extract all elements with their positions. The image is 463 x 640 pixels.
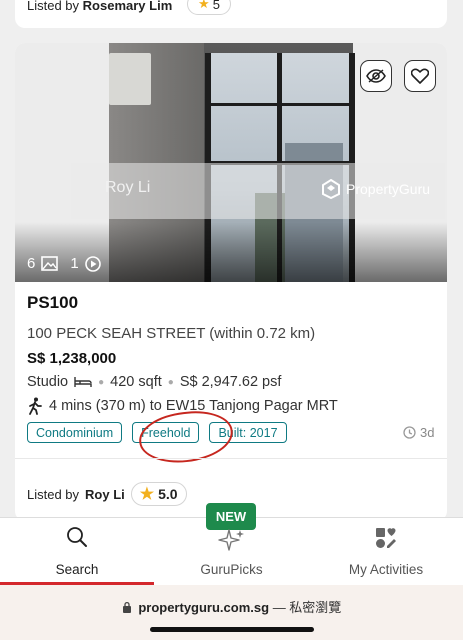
previous-listed-by: Listed by Rosemary Lim [27,0,173,13]
heart-icon [411,68,429,84]
tag-tenure-type: Condominium [27,422,123,443]
tab-my-activities-label: My Activities [348,562,424,577]
shortlist-button[interactable] [404,60,436,92]
search-icon [67,527,87,547]
propertyguru-watermark: PropertyGuru [321,179,430,199]
photo-count: 6 [27,255,36,272]
listing-price: S$ 1,238,000 [27,350,117,367]
activities-icon [376,528,396,548]
tab-gurupicks[interactable]: GuruPicks [154,518,309,586]
listing-age: 3d [403,425,434,440]
agent-rating-badge[interactable]: ★ 5.0 [130,482,187,506]
clock-icon [403,426,416,439]
sparkle-icon [217,529,244,551]
eye-hide-icon [366,69,386,83]
propertyguru-logo-icon [322,179,340,199]
bed-icon [74,377,92,387]
tab-search[interactable]: Search [0,518,154,586]
property-type: Studio [27,374,69,390]
listing-title[interactable]: PS100 [27,293,437,313]
walking-icon [29,397,42,415]
image-icon [41,256,59,271]
play-icon [84,255,101,272]
previous-rating-badge: ★ 5 [187,0,231,15]
hide-listing-button[interactable] [360,60,392,92]
tab-my-activities[interactable]: My Activities [309,518,463,586]
listed-by: Listed by Roy Li ★ 5.0 [27,482,187,506]
url-display[interactable]: propertyguru.com.sg — 私密瀏覽 [0,597,463,616]
video-count: 1 [70,255,79,272]
bottom-navigation: NEW Search GuruPicks My Activities [0,503,463,586]
private-browsing-label: — 私密瀏覽 [272,600,342,615]
listing-address: 100 PECK SEAH STREET (within 0.72 km) [27,325,316,342]
url-domain: propertyguru.com.sg [138,600,270,615]
previous-agent-name[interactable]: Rosemary Lim [83,0,173,13]
media-count[interactable]: 6 1 [27,255,101,272]
agent-name[interactable]: Roy Li [85,487,125,502]
star-icon: ★ [198,0,210,11]
photo-watermark-agent: Roy Li [105,179,151,196]
home-indicator[interactable] [150,627,314,632]
listing-card[interactable]: Roy Li PropertyGuru 6 1 PS100 100 PECK S… [15,43,447,521]
listing-specs: Studio ● 420 sqft ● S$ 2,947.62 psf [27,374,282,390]
price-per-sqft: S$ 2,947.62 psf [179,374,282,390]
tab-search-label: Search [55,562,99,577]
browser-address-bar[interactable]: propertyguru.com.sg — 私密瀏覽 [0,585,463,640]
star-icon: ★ [139,486,155,503]
previous-listing-card[interactable]: Listed by Rosemary Lim ★ 5 [15,0,447,28]
lock-icon [122,601,131,613]
tab-gurupicks-label: GuruPicks [200,562,263,577]
listing-info: PS100 100 PECK SEAH STREET (within 0.72 … [27,293,437,443]
floor-size: 420 sqft [110,374,162,390]
